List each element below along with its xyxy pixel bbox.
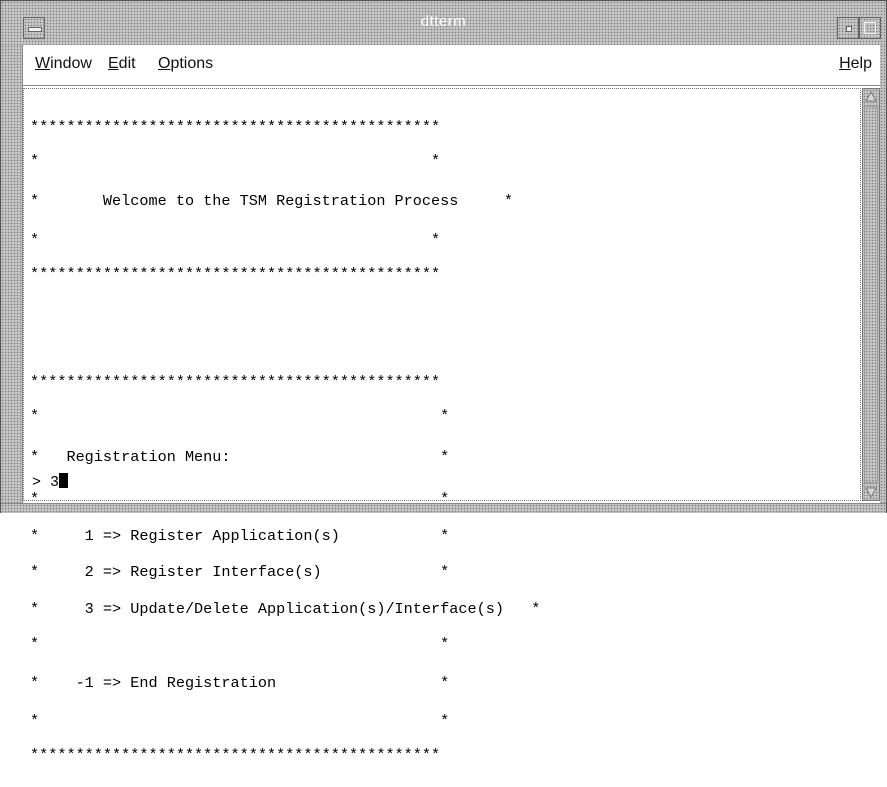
text-cursor <box>59 473 69 488</box>
welcome-line: * * <box>30 152 441 171</box>
terminal-area[interactable]: ****************************************… <box>23 88 861 763</box>
window-title: dtterm <box>420 13 467 30</box>
title-bar[interactable]: dtterm <box>1 1 886 46</box>
menu-edit-label: dit <box>118 55 136 72</box>
welcome-line: ****************************************… <box>30 117 441 136</box>
menu-edit-mnemonic: E <box>108 55 119 72</box>
menu-box-line: * * <box>30 712 450 731</box>
menu-edit[interactable]: Edit <box>108 55 136 73</box>
window-frame-right[interactable] <box>880 45 886 512</box>
vertical-scrollbar[interactable] <box>862 88 880 501</box>
scroll-thumb[interactable] <box>864 106 878 483</box>
maximize-icon <box>864 22 876 34</box>
menu-bar: Window Edit Options Help <box>23 45 880 86</box>
maximize-button[interactable] <box>859 17 881 39</box>
minimize-icon <box>846 26 852 32</box>
menu-window-mnemonic: W <box>35 55 51 72</box>
welcome-title: * Welcome to the TSM Registration Proces… <box>30 192 514 211</box>
menu-option-2: * 2 => Register Interface(s) * <box>30 563 450 582</box>
window-frame-left[interactable] <box>1 45 23 512</box>
menu-option-end: * -1 => End Registration * <box>30 674 450 693</box>
menu-window-label: indow <box>50 55 92 72</box>
scroll-up-arrow-icon[interactable] <box>864 90 878 104</box>
menu-box-line: ****************************************… <box>30 746 441 765</box>
menu-box-line: * * <box>30 407 450 426</box>
menu-box-line: * * <box>30 490 450 509</box>
menu-options[interactable]: Options <box>158 55 213 73</box>
minimize-button[interactable] <box>837 17 859 39</box>
menu-help[interactable]: Help <box>839 55 872 73</box>
terminal-output: ****************************************… <box>30 95 540 785</box>
registration-menu-heading: * Registration Menu: * <box>30 447 450 466</box>
menu-box-line: ****************************************… <box>30 373 441 392</box>
prompt-input: > 3 <box>32 474 60 491</box>
menu-option-3: * 3 => Update/Delete Application(s)/Inte… <box>30 600 541 619</box>
menu-options-mnemonic: O <box>158 55 171 72</box>
terminal-window: dtterm Window Edit Options Help ********… <box>0 0 887 763</box>
menu-option-1: * 1 => Register Application(s) * <box>30 526 450 545</box>
menu-window[interactable]: Window <box>35 55 92 73</box>
menu-help-label: elp <box>850 55 872 72</box>
menu-help-mnemonic: H <box>839 55 851 72</box>
welcome-line: ****************************************… <box>30 265 441 284</box>
menu-box-line: * * <box>30 635 450 654</box>
welcome-line: * * <box>30 231 441 250</box>
menu-options-label: ptions <box>170 55 214 72</box>
scroll-down-arrow-icon[interactable] <box>864 485 878 499</box>
command-prompt[interactable]: > 3 <box>32 473 69 491</box>
